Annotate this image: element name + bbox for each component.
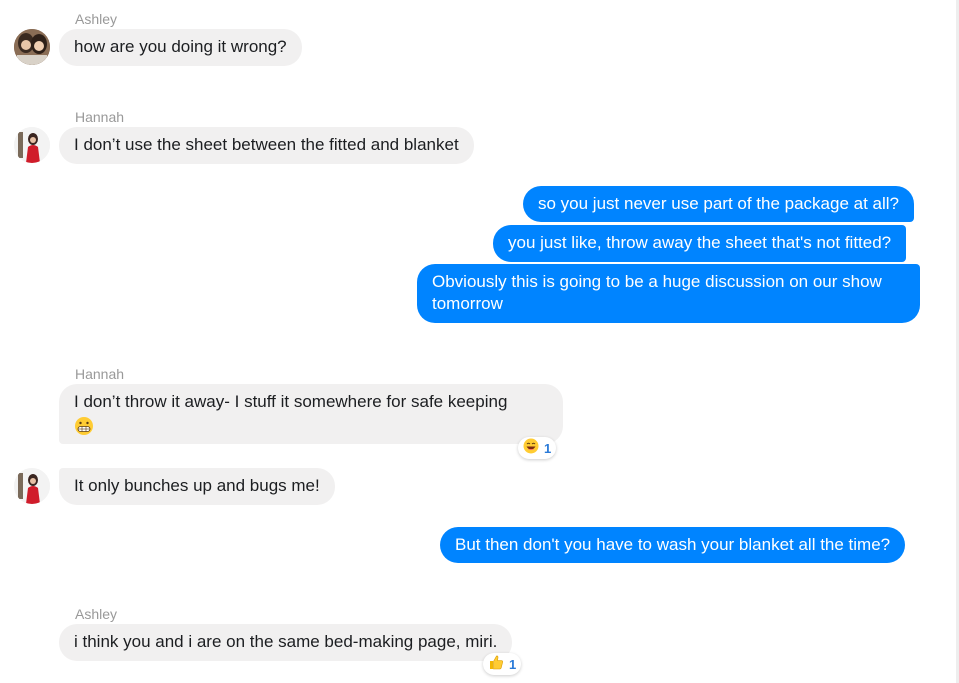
message-text: But then don't you have to wash your bla… bbox=[455, 535, 891, 554]
message-text: I don’t use the sheet between the fitted… bbox=[74, 135, 459, 154]
message-text: i think you and i are on the same bed-ma… bbox=[74, 632, 498, 651]
reaction-badge[interactable]: 1 bbox=[483, 653, 522, 675]
message-text: how are you doing it wrong? bbox=[74, 37, 287, 56]
avatar-ashley-photo-icon bbox=[14, 29, 50, 65]
message-bubble[interactable]: I don’t throw it away- I stuff it somewh… bbox=[59, 384, 563, 444]
message-text: I don’t throw it away- I stuff it somewh… bbox=[74, 392, 508, 411]
message-text: so you just never use part of the packag… bbox=[538, 194, 900, 213]
message-text: It only bunches up and bugs me! bbox=[74, 476, 320, 495]
sender-name-ashley: Ashley bbox=[75, 606, 118, 622]
message-bubble-outgoing[interactable]: so you just never use part of the packag… bbox=[523, 186, 915, 222]
reaction-count: 1 bbox=[509, 656, 517, 672]
grimacing-face-icon bbox=[74, 416, 94, 442]
reaction-badge[interactable]: 1 bbox=[518, 437, 557, 459]
message-bubble[interactable]: I don’t use the sheet between the fitted… bbox=[59, 127, 474, 164]
message-bubble-outgoing[interactable]: Obviously this is going to be a huge dis… bbox=[417, 264, 920, 323]
sender-name-hannah: Hannah bbox=[75, 366, 125, 382]
sender-name-hannah: Hannah bbox=[75, 109, 125, 125]
avatar-hannah[interactable] bbox=[14, 468, 50, 504]
thumbs-up-icon bbox=[488, 654, 504, 675]
message-bubble-outgoing[interactable]: you just like, throw away the sheet that… bbox=[493, 225, 907, 262]
avatar-hannah[interactable] bbox=[14, 127, 50, 163]
message-bubble[interactable]: i think you and i are on the same bed-ma… bbox=[59, 624, 513, 661]
message-bubble[interactable]: how are you doing it wrong? bbox=[59, 29, 302, 66]
message-text: you just like, throw away the sheet that… bbox=[508, 233, 892, 252]
message-bubble-outgoing[interactable]: But then don't you have to wash your bla… bbox=[440, 527, 906, 563]
avatar-hannah-photo-icon bbox=[14, 468, 50, 504]
avatar-ashley[interactable] bbox=[14, 29, 50, 65]
message-text: Obviously this is going to be a huge dis… bbox=[432, 272, 882, 313]
laughing-face-icon bbox=[523, 438, 539, 459]
message-bubble[interactable]: It only bunches up and bugs me! bbox=[59, 468, 335, 505]
avatar-hannah-photo-icon bbox=[14, 127, 50, 163]
sender-name-ashley: Ashley bbox=[75, 11, 118, 27]
reaction-count: 1 bbox=[544, 440, 552, 456]
